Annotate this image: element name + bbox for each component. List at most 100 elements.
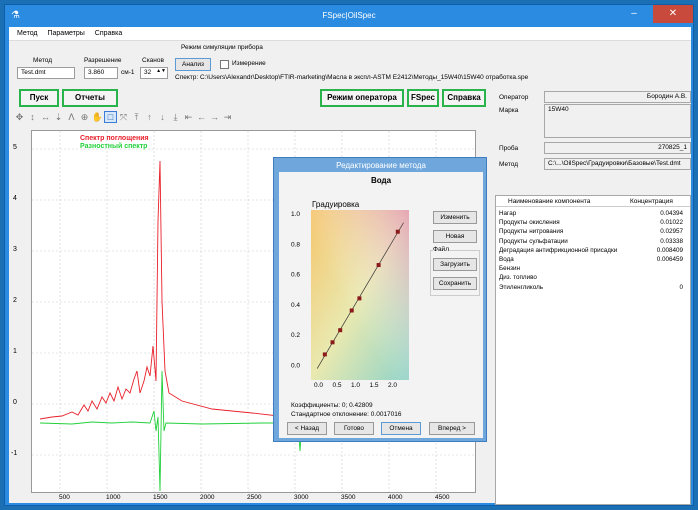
reports-button[interactable]: Отчеты: [62, 89, 118, 107]
x-tick: 4000: [388, 494, 403, 501]
scans-value: 32: [144, 69, 152, 76]
legend-absorption: Спектр поглощения: [80, 135, 149, 142]
fit-icon[interactable]: ⤧: [117, 112, 130, 123]
top-icon[interactable]: ⤒: [130, 112, 143, 123]
move-icon[interactable]: ✥: [13, 112, 26, 123]
right-end-icon[interactable]: ⇥: [221, 112, 234, 123]
done-button[interactable]: Готово: [334, 422, 374, 435]
menu-bar: Метод Параметры Справка: [9, 27, 691, 41]
new-button[interactable]: Новая: [433, 230, 477, 243]
minimize-button[interactable]: –: [621, 5, 647, 23]
client-area: Метод Параметры Справка Режим симуляции …: [9, 27, 691, 505]
table-row[interactable]: Продукты сульфатации 0.03338: [499, 238, 687, 245]
menu-method[interactable]: Метод: [17, 30, 38, 37]
help-button[interactable]: Справка: [442, 89, 486, 107]
component-name: Диз. топливо: [499, 274, 537, 282]
method-info-field: C:\...\OilSpec\Градуировки\Базовые\Test.…: [544, 158, 691, 170]
calibration-y-tick: 0.0: [291, 363, 300, 370]
plot-toolbar: ✥ ↕ ↔ ⇣ ᐱ ⊕ ✋ □ ⤧ ⤒ ↑ ↓ ⤓ ⇤ ← → ⇥: [13, 111, 283, 123]
calibration-point: [395, 229, 400, 234]
component-concentration: 0.03338: [660, 237, 683, 245]
coefficients-text: Коэффициенты: 0; 0.42809: [291, 402, 373, 409]
component-title: Вода: [370, 176, 392, 185]
window-title: FSpec|OilSpec: [322, 11, 376, 20]
app-window: ⚗ FSpec|OilSpec – □ ✕ Метод Параметры Сп…: [4, 4, 694, 506]
sample-field[interactable]: 270825_1: [544, 142, 691, 154]
peak-icon[interactable]: ᐱ: [65, 112, 78, 123]
table-row[interactable]: Продукты окисления 0.01022: [499, 219, 687, 226]
component-name: Этиленгликоль: [499, 283, 544, 291]
x-tick: 1000: [106, 494, 121, 501]
measure-checkbox[interactable]: [220, 60, 229, 69]
table-row[interactable]: Диз. топливо: [499, 274, 687, 281]
y-tick: 1: [13, 348, 17, 355]
calibration-point: [349, 308, 354, 313]
y-tick: -1: [11, 450, 18, 457]
title-bar: ⚗ FSpec|OilSpec – □ ✕: [5, 5, 693, 27]
calibration-y-tick: 1.0: [291, 211, 300, 218]
menu-help[interactable]: Справка: [95, 30, 122, 37]
zoom-plus-icon[interactable]: ⊕: [78, 112, 91, 123]
table-row[interactable]: Бензин: [499, 265, 687, 272]
calibration-x-tick: 0.5: [333, 382, 342, 388]
resolution-field[interactable]: 3.860: [84, 67, 118, 79]
method-field[interactable]: Test.dmt: [17, 67, 75, 79]
dialog-body: Вода Градуировка 1.0 0.8 0.6 0.4 0.2 0.0 0.0 0.…: [279, 172, 483, 438]
table-row[interactable]: Деградация антифрикционной присадки 0.008…: [499, 247, 687, 254]
calibration-x-tick: 1.0: [351, 382, 360, 388]
down-arrow-icon[interactable]: ↓: [156, 112, 169, 122]
results-table: Наименование компонента Концентрация Наг…: [495, 195, 691, 505]
hand-icon[interactable]: ✋: [91, 112, 104, 123]
operator-field[interactable]: Бородин А.В.: [544, 91, 691, 103]
up-icon[interactable]: ↑: [143, 112, 156, 122]
calibration-x-tick: 1.5: [370, 382, 379, 388]
component-concentration: 0: [679, 283, 683, 291]
down-icon[interactable]: ⇣: [52, 112, 65, 123]
right-icon[interactable]: →: [208, 112, 221, 122]
operator-mode-button[interactable]: Режим оператора: [320, 89, 404, 107]
col-conc-header[interactable]: Концентрация: [630, 198, 673, 205]
calibration-chart: 1.0 0.8 0.6 0.4 0.2 0.0 0.0 0.5 1.0 1.5 2.0: [291, 210, 409, 388]
calibration-label: Градуировка: [312, 200, 360, 209]
change-button[interactable]: Изменить: [433, 211, 477, 224]
x-axis: 500 1000 1500 2000 2500 3000 3500 4000 4…: [31, 493, 476, 503]
bottom-icon[interactable]: ⤓: [169, 112, 182, 123]
stepper-arrows-icon[interactable]: ▲▼: [156, 68, 166, 74]
brand-field[interactable]: 15W40: [544, 104, 691, 138]
calibration-x-tick: 0.0: [314, 382, 323, 388]
next-button[interactable]: Вперед >: [429, 422, 475, 435]
close-button[interactable]: ✕: [653, 5, 693, 23]
start-button[interactable]: Пуск: [19, 89, 59, 107]
load-button[interactable]: Загрузить: [433, 258, 477, 271]
scans-stepper[interactable]: 32 ▲▼: [140, 67, 168, 79]
select-rect-icon[interactable]: □: [104, 111, 117, 123]
table-row[interactable]: Вода 0.006459: [499, 256, 687, 263]
left-end-icon[interactable]: ⇤: [182, 112, 195, 123]
cancel-button[interactable]: Отмена: [381, 422, 421, 435]
horizontal-move-icon[interactable]: ↔: [39, 112, 52, 122]
menu-parameters[interactable]: Параметры: [47, 30, 84, 37]
table-row[interactable]: Этиленгликоль 0: [499, 284, 687, 291]
vertical-move-icon[interactable]: ↕: [26, 112, 39, 122]
component-name: Продукты окисления: [499, 219, 560, 227]
component-concentration: 0.04394: [660, 210, 683, 217]
left-icon[interactable]: ←: [195, 112, 208, 122]
method-info-label: Метод: [499, 161, 519, 168]
calibration-y-tick: 0.4: [291, 302, 300, 309]
save-button[interactable]: Сохранить: [433, 277, 477, 290]
fspec-button[interactable]: FSpec: [407, 89, 439, 107]
mode-label: Режим симуляции прибора: [181, 44, 263, 51]
legend-difference: Разностный спектр: [80, 143, 148, 150]
calibration-point: [376, 263, 381, 268]
back-button[interactable]: < Назад: [287, 422, 327, 435]
analysis-button[interactable]: Анализ: [175, 58, 211, 71]
table-row[interactable]: Продукты нитрования 0.02957: [499, 228, 687, 235]
sample-label: Проба: [499, 145, 519, 152]
y-tick: 2: [13, 297, 17, 304]
component-concentration: 0.02957: [660, 228, 683, 236]
y-tick: 3: [13, 246, 17, 253]
x-tick: 3500: [341, 494, 356, 501]
component-name: Вода: [499, 256, 514, 263]
table-row[interactable]: Нагар 0.04394: [499, 210, 687, 217]
col-name-header[interactable]: Наименование компонента: [508, 198, 590, 205]
